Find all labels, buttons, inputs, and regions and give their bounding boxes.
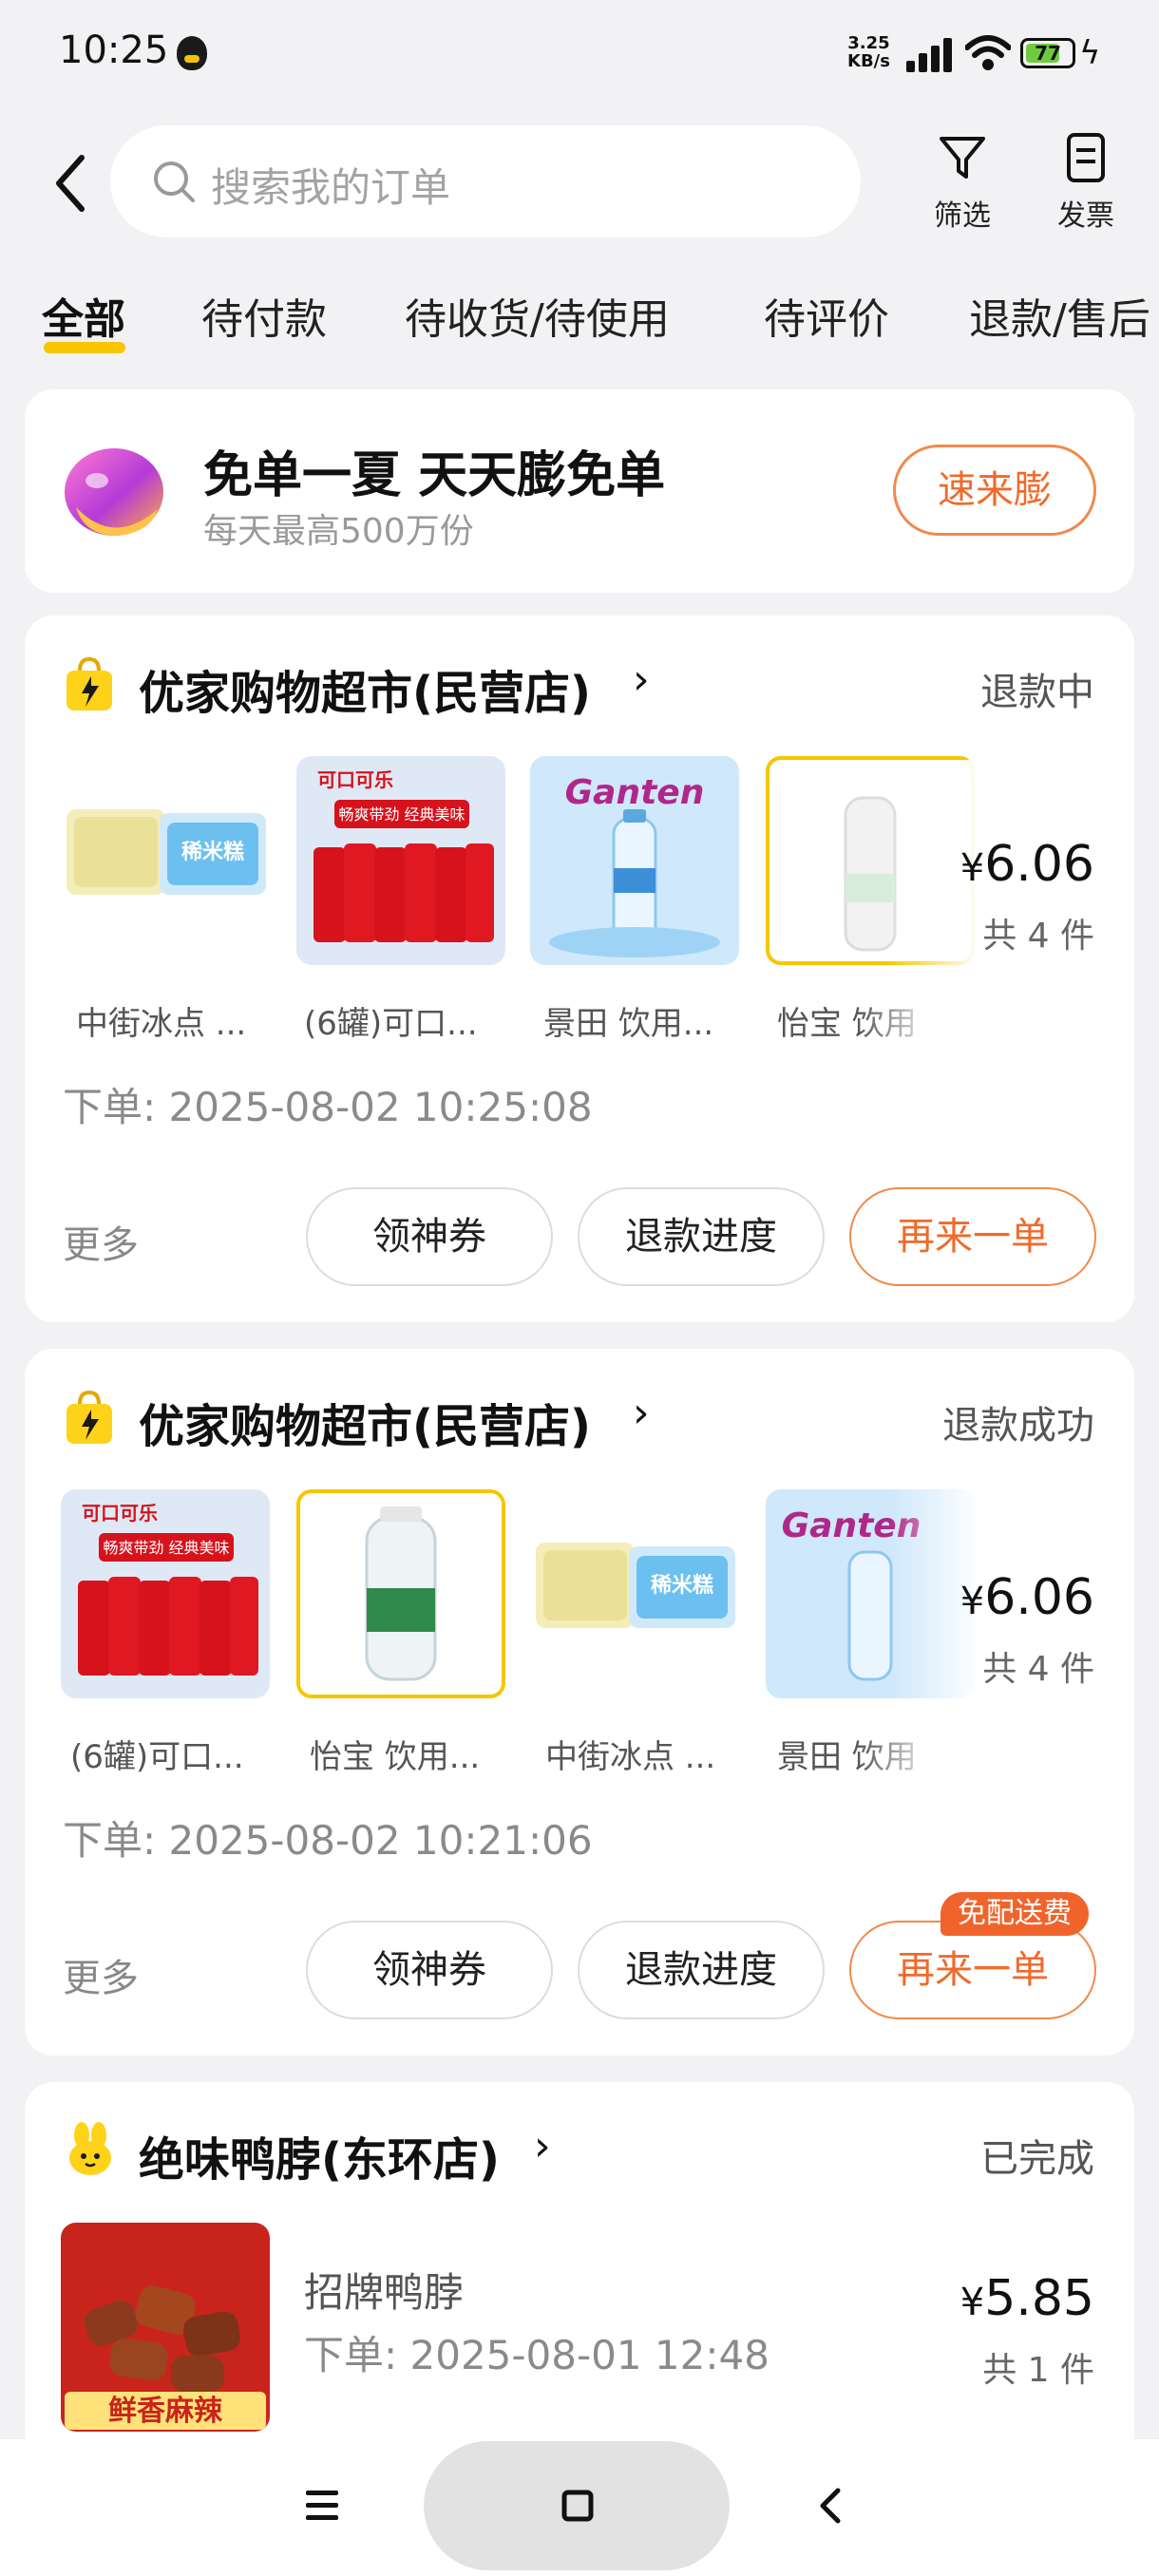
store-name[interactable]: 优家购物超市(民营店): [139, 1389, 591, 1455]
refund-progress-button[interactable]: 退款进度: [578, 1187, 825, 1286]
invoice-label: 发票: [1057, 199, 1114, 233]
cola-slogan-text: 畅爽带劲 经典美味: [338, 805, 465, 824]
more-button[interactable]: 更多: [63, 1214, 139, 1269]
order-price: ¥6.06: [960, 1569, 1094, 1626]
item-name: 景田 饮用...: [543, 1005, 714, 1043]
wifi-icon: [965, 35, 1011, 70]
product-image-cola[interactable]: 可口可乐 畅爽带劲 经典美味: [61, 1489, 270, 1698]
promo-mascot-icon: [65, 448, 163, 536]
refund-progress-button[interactable]: 退款进度: [578, 1921, 825, 2019]
filter-icon: [940, 137, 985, 179]
filter-label: 筛选: [934, 199, 991, 233]
store-bag-icon: [66, 657, 112, 710]
item-name: 怡宝 饮用...: [310, 1738, 481, 1776]
product-image-ice-cream[interactable]: 稀米糕: [61, 756, 270, 965]
order-price: ¥5.85: [960, 2270, 1094, 2327]
clock: 10:25: [59, 28, 169, 72]
invoice-button[interactable]: 发票: [1043, 131, 1129, 234]
product-image-water[interactable]: Ganten: [530, 756, 739, 965]
product-image-duck-neck[interactable]: 鲜香麻辣: [61, 2223, 270, 2432]
order-time: 下单: 2025-08-01 12:48: [304, 2332, 770, 2378]
store-name[interactable]: 绝味鸭脖(东环店): [139, 2122, 500, 2188]
item-name: 中街冰点 ...: [545, 1738, 716, 1776]
promo-claim-button[interactable]: 速来膨: [893, 445, 1096, 536]
order-status: 已完成: [980, 2137, 1094, 2181]
search-icon: [154, 161, 195, 202]
store-bag-icon: [66, 1391, 112, 1444]
battery-icon: 77: [1020, 38, 1075, 68]
charging-icon: ϟ: [1079, 34, 1101, 72]
signal-icon: [906, 38, 956, 72]
promo-title: 免单一夏 天天膨免单: [203, 447, 666, 504]
ice-brand-text: 稀米糕: [181, 840, 244, 864]
cola-brand-text: 可口可乐: [82, 1502, 158, 1525]
back-arrow-icon[interactable]: [48, 150, 95, 217]
tab-refund[interactable]: 退款/售后: [969, 285, 1159, 346]
back-nav-icon[interactable]: [813, 2485, 846, 2527]
chevron-right-icon[interactable]: ›: [633, 1389, 650, 1437]
item-count: 共 1 件: [982, 2351, 1094, 2390]
item-name: 中街冰点 ...: [76, 1005, 247, 1043]
coupon-button[interactable]: 领神券: [306, 1187, 553, 1286]
duck-image-caption: 鲜香麻辣: [108, 2395, 223, 2428]
coupon-button[interactable]: 领神券: [306, 1921, 553, 2019]
order-price: ¥6.06: [960, 836, 1094, 893]
duck-neck-logo-icon: [69, 2122, 111, 2175]
menu-icon[interactable]: [302, 2487, 342, 2525]
chevron-right-icon[interactable]: ›: [633, 655, 650, 704]
order-status: 退款中: [980, 671, 1094, 714]
chevron-right-icon[interactable]: ›: [534, 2122, 551, 2170]
cola-brand-text: 可口可乐: [317, 768, 393, 791]
tab-active-indicator: [44, 342, 125, 353]
free-delivery-badge: 免配送费: [940, 1892, 1089, 1936]
network-speed: 3.25 KB/s: [847, 33, 890, 71]
store-name[interactable]: 优家购物超市(民营店): [139, 655, 591, 722]
product-image-ice-cream[interactable]: 稀米糕: [530, 1489, 739, 1698]
tab-pending-delivery[interactable]: 待收货/待使用: [405, 285, 670, 346]
ice-brand-text: 稀米糕: [651, 1573, 713, 1598]
status-bar: 10:25 3.25 KB/s 77 ϟ: [0, 0, 1159, 104]
home-square-icon: [561, 2490, 594, 2522]
promo-subtitle: 每天最高500万份: [203, 512, 474, 551]
qq-notification-icon: [177, 36, 207, 70]
order-status: 退款成功: [942, 1404, 1094, 1448]
search-placeholder: 搜索我的订单: [211, 164, 451, 211]
cola-slogan-text: 畅爽带劲 经典美味: [103, 1539, 229, 1557]
filter-button[interactable]: 筛选: [920, 131, 1005, 234]
tab-pending-payment[interactable]: 待付款: [201, 285, 327, 346]
more-button[interactable]: 更多: [63, 1947, 139, 2002]
tab-pending-review[interactable]: 待评价: [764, 285, 889, 346]
item-name: 招牌鸭脖: [304, 2269, 465, 2316]
tab-all[interactable]: 全部: [42, 285, 125, 346]
item-count: 共 4 件: [982, 917, 1094, 956]
order-time: 下单: 2025-08-02 10:21:06: [63, 1817, 593, 1864]
invoice-icon: [1067, 133, 1105, 182]
item-name: (6罐)可口...: [70, 1738, 244, 1776]
order-time: 下单: 2025-08-02 10:25:08: [63, 1084, 593, 1130]
item-count: 共 4 件: [982, 1650, 1094, 1689]
item-name: (6罐)可口...: [304, 1005, 478, 1043]
item-name: 怡宝 饮用: [777, 1005, 917, 1043]
product-image-cola[interactable]: 可口可乐 畅爽带劲 经典美味: [296, 756, 505, 965]
item-name: 景田 饮用: [777, 1738, 917, 1776]
water-brand-text: Ganten: [565, 773, 705, 812]
reorder-button[interactable]: 再来一单: [849, 1187, 1096, 1286]
product-image-cestbon[interactable]: [296, 1489, 505, 1698]
